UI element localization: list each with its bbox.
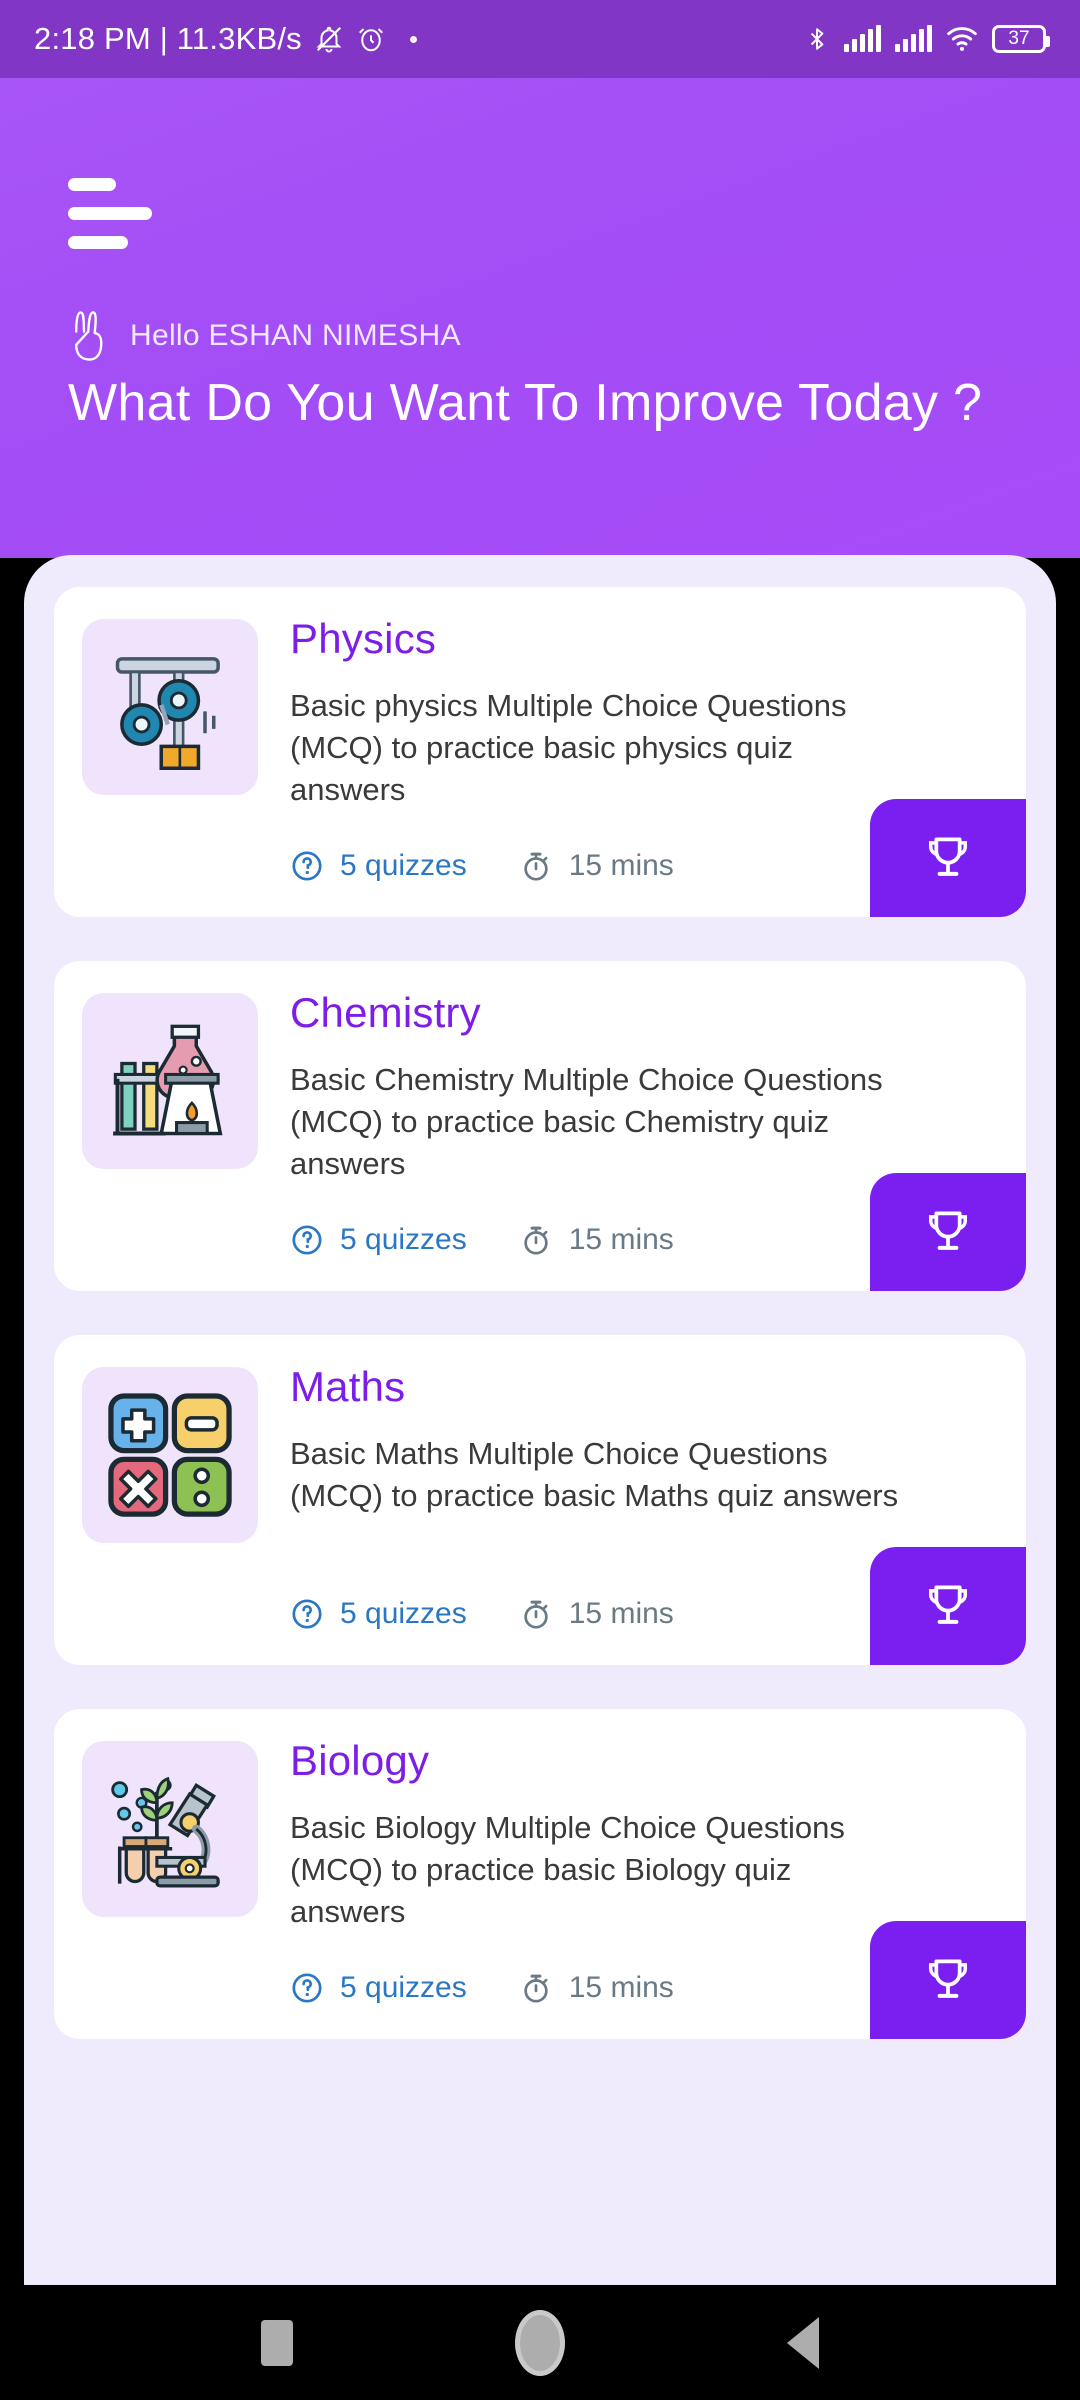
pulley-icon [115,657,220,770]
subject-list-sheet[interactable]: Physics Basic physics Multiple Choice Qu… [24,555,1056,2285]
duration-group: 15 mins [519,1223,674,1257]
start-quiz-button-maths[interactable] [870,1547,1026,1665]
subject-icon-container [82,993,258,1169]
subject-description: Basic Maths Multiple Choice Questions (M… [290,1436,899,1513]
question-circle-icon [292,1225,322,1255]
trophy-icon [928,1211,968,1250]
subject-card-maths[interactable]: Maths Basic Maths Multiple Choice Questi… [54,1335,1026,1665]
subject-icon-container [82,1741,258,1917]
duration-label: 15 mins [568,1971,674,2004]
app-header: Hello ESHAN NIMESHA What Do You Want To … [0,78,1080,558]
mute-bell-icon [316,26,342,53]
stopwatch-icon [524,1974,548,2003]
stopwatch-icon [524,852,548,881]
bluetooth-icon [810,28,824,50]
start-quiz-button-chemistry[interactable] [870,1173,1026,1291]
quiz-count-label: 5 quizzes [340,849,467,882]
microscope-plant-icon [111,1776,220,1888]
home-circle-icon[interactable] [515,2309,565,2376]
signal-icon [895,25,932,52]
quiz-count-label: 5 quizzes [340,1971,467,2004]
stopwatch-icon [524,1226,548,1255]
question-circle-icon [292,851,322,881]
signal-icon [844,25,881,52]
quiz-count-group: 5 quizzes [290,1971,467,2005]
page-title: What Do You Want To Improve Today ? [68,374,983,432]
subject-card-physics[interactable]: Physics Basic physics Multiple Choice Qu… [54,587,1026,917]
trophy-icon [928,1585,968,1624]
status-bar-left: 2:18 PM | 11.3KB/s [34,21,417,57]
quiz-count-label: 5 quizzes [340,1223,467,1256]
peace-hand-icon [75,311,103,361]
subject-title: Maths [290,1363,406,1410]
greeting-row: Hello ESHAN NIMESHA [68,308,461,364]
quiz-count-group: 5 quizzes [290,1223,467,1257]
alarm-icon [358,28,383,52]
question-circle-icon [292,1973,322,2003]
hamburger-menu-icon[interactable] [68,178,152,249]
greeting-text: Hello ESHAN NIMESHA [130,319,461,352]
hamburger-bar-bottom [68,236,128,249]
subject-description: Basic Chemistry Multiple Choice Question… [290,1062,883,1181]
hamburger-bar-top [68,178,116,191]
duration-group: 15 mins [519,1597,674,1631]
quiz-count-group: 5 quizzes [290,849,467,883]
subject-title: Biology [290,1737,430,1784]
flask-burner-icon [113,1024,223,1136]
battery-icon: 37 [992,25,1050,53]
subject-title: Chemistry [290,989,481,1036]
math-operators-icon [108,1393,232,1517]
back-triangle-icon[interactable] [787,2316,819,2369]
duration-label: 15 mins [568,849,674,882]
subject-icon-container [82,1367,258,1543]
start-quiz-button-biology[interactable] [870,1921,1026,2039]
status-bar: 2:18 PM | 11.3KB/s 37 [0,0,1080,78]
stopwatch-icon [524,1600,548,1629]
subject-card-chemistry[interactable]: Chemistry Basic Chemistry Multiple Choic… [54,961,1026,1291]
duration-group: 15 mins [519,849,674,883]
system-navigation-bar [0,2285,1080,2400]
subject-description: Basic physics Multiple Choice Questions … [290,688,847,807]
trophy-icon [928,1959,968,1998]
quiz-count-group: 5 quizzes [290,1597,467,1631]
subject-description: Basic Biology Multiple Choice Questions … [290,1810,845,1929]
recents-square-icon[interactable] [261,2319,293,2366]
status-bar-right: 37 [804,23,1050,55]
status-time-and-rate: 2:18 PM | 11.3KB/s [34,21,302,56]
subject-card-biology[interactable]: Biology Basic Biology Multiple Choice Qu… [54,1709,1026,2039]
quiz-count-label: 5 quizzes [340,1597,467,1630]
subject-icon-container [82,619,258,795]
duration-label: 15 mins [568,1597,674,1630]
wifi-icon [947,27,977,51]
duration-label: 15 mins [568,1223,674,1256]
subject-title: Physics [290,615,437,662]
duration-group: 15 mins [519,1971,674,2005]
hamburger-bar-middle [68,207,152,220]
status-dot-icon [409,35,417,43]
trophy-icon [928,837,968,876]
question-circle-icon [292,1599,322,1629]
start-quiz-button-physics[interactable] [870,799,1026,917]
